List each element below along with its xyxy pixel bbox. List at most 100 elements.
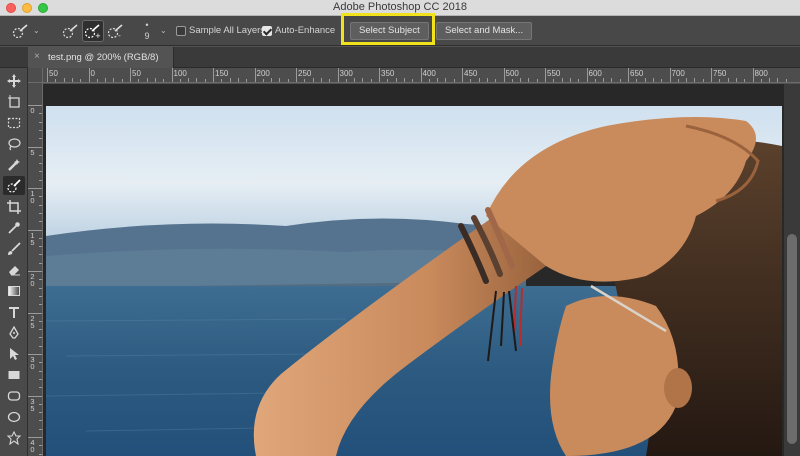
ruler-minor-tick (188, 78, 190, 82)
ruler-minor-tick (735, 78, 737, 82)
ruler-minor-tick (262, 79, 264, 82)
brush-dot-icon: • (145, 20, 149, 30)
rounded-rectangle-icon (7, 390, 21, 401)
vertical-ruler[interactable]: 0 5 1 0 1 5 2 0 2 5 3 0 3 5 4 0 (28, 83, 43, 456)
tool-ellipse[interactable] (3, 407, 25, 426)
ruler-minor-tick (520, 78, 522, 82)
ruler-major-tick (669, 68, 671, 82)
ruler-minor-tick (345, 79, 347, 82)
ruler-minor-tick (39, 221, 42, 223)
ruler-minor-tick (39, 287, 42, 289)
vertical-scrollbar[interactable] (784, 84, 800, 456)
document-tab[interactable]: × test.png @ 200% (RGB/8) (28, 47, 174, 68)
eraser-icon (9, 265, 20, 275)
ruler-major-tick (420, 68, 422, 82)
tool-preset-picker[interactable] (10, 21, 32, 41)
ruler-minor-tick (644, 78, 646, 82)
chevron-down-icon[interactable]: ⌄ (33, 26, 40, 35)
brush-size-value: 9 (144, 31, 150, 41)
ruler-label: 650 (630, 69, 644, 78)
ruler-minor-tick (287, 79, 289, 82)
tool-lasso[interactable] (3, 134, 25, 153)
ruler-minor-tick (39, 337, 42, 339)
select-and-mask-button[interactable]: Select and Mask... (436, 22, 533, 40)
ruler-minor-tick (39, 196, 42, 198)
ruler-minor-tick (694, 78, 696, 82)
ruler-label: 750 (713, 69, 727, 78)
ruler-minor-tick (495, 79, 497, 82)
ruler-label: 2 5 (30, 313, 35, 330)
ruler-label: 200 (256, 69, 270, 78)
subtract-from-selection-mode-button[interactable]: - (105, 20, 127, 42)
tool-custom-shape[interactable] (3, 428, 25, 447)
tool-rounded-rectangle[interactable] (3, 386, 25, 405)
ruler-minor-tick (163, 79, 165, 82)
svg-text:+: + (95, 32, 101, 39)
app-title: Adobe Photoshop CC 2018 (333, 1, 467, 13)
sample-all-layers-checkbox[interactable] (176, 26, 186, 36)
ruler-label: 600 (588, 69, 602, 78)
ruler-minor-tick (80, 79, 82, 82)
tab-close-icon[interactable]: × (34, 51, 40, 62)
ruler-label: 350 (381, 69, 395, 78)
ruler-minor-tick (652, 78, 654, 82)
ruler-minor-tick (760, 79, 762, 82)
ruler-label: 250 (298, 69, 312, 78)
ruler-major-tick (462, 68, 463, 82)
ruler-minor-tick (55, 79, 57, 82)
tool-brush[interactable] (3, 239, 25, 258)
ruler-minor-tick (412, 79, 414, 82)
scrollbar-thumb[interactable] (787, 234, 797, 444)
tool-eyedropper[interactable] (3, 218, 25, 237)
ruler-minor-tick (636, 79, 638, 82)
move-icon (7, 73, 21, 88)
gradient-icon (8, 285, 20, 296)
tool-marquee[interactable] (3, 113, 25, 132)
ruler-minor-tick (719, 79, 721, 82)
ruler-minor-tick (39, 113, 42, 115)
ruler-label: 700 (671, 69, 685, 78)
auto-enhance-label: Auto-Enhance (275, 25, 336, 36)
ruler-label: 4 0 (30, 438, 35, 454)
tool-magic-wand[interactable] (3, 155, 25, 174)
brush-size-picker[interactable]: • 9 (140, 20, 154, 44)
tool-pen[interactable] (3, 323, 25, 342)
ruler-label: 50 (49, 69, 58, 78)
auto-enhance-checkbox[interactable] (262, 26, 272, 36)
subtract-selection-icon: - (107, 24, 123, 39)
add-to-selection-mode-button[interactable]: + (82, 20, 104, 42)
tool-rectangle[interactable] (3, 365, 25, 384)
toolbox (0, 68, 28, 456)
tool-move[interactable] (3, 71, 25, 90)
document-canvas[interactable] (46, 106, 782, 456)
ruler-minor-tick (437, 78, 439, 82)
svg-text:-: - (118, 31, 121, 39)
ruler-minor-tick (395, 78, 397, 82)
tool-crop[interactable] (3, 197, 25, 216)
tool-eraser[interactable] (3, 260, 25, 279)
tool-type[interactable] (3, 302, 25, 321)
type-icon (9, 306, 19, 318)
horizontal-ruler[interactable]: 50 0 50 100 150 200 250 300 350 400 450 500 550 600 65… (43, 68, 800, 83)
new-selection-mode-button[interactable] (60, 20, 82, 42)
ruler-minor-tick (486, 78, 488, 82)
add-selection-icon: + (84, 24, 101, 39)
tool-gradient[interactable] (3, 281, 25, 300)
rectangle-icon (8, 370, 20, 379)
ruler-minor-tick (702, 79, 704, 82)
ellipse-icon (7, 411, 21, 422)
ruler-minor-tick (329, 79, 331, 82)
tool-quick-selection[interactable] (3, 176, 25, 195)
ruler-minor-tick (39, 121, 42, 123)
ruler-minor-tick (39, 171, 42, 173)
ruler-minor-tick (39, 279, 42, 281)
tool-path-selection[interactable] (3, 344, 25, 363)
ruler-minor-tick (279, 78, 281, 82)
ruler-corner[interactable] (28, 68, 43, 83)
ruler-label: 50 (132, 69, 141, 78)
eyedropper-icon (8, 221, 20, 234)
document-tab-bar: × test.png @ 200% (RGB/8) (0, 47, 800, 68)
ruler-major-tick (47, 68, 48, 82)
tool-artboard[interactable] (3, 92, 25, 111)
chevron-down-icon[interactable]: ⌄ (160, 26, 167, 35)
